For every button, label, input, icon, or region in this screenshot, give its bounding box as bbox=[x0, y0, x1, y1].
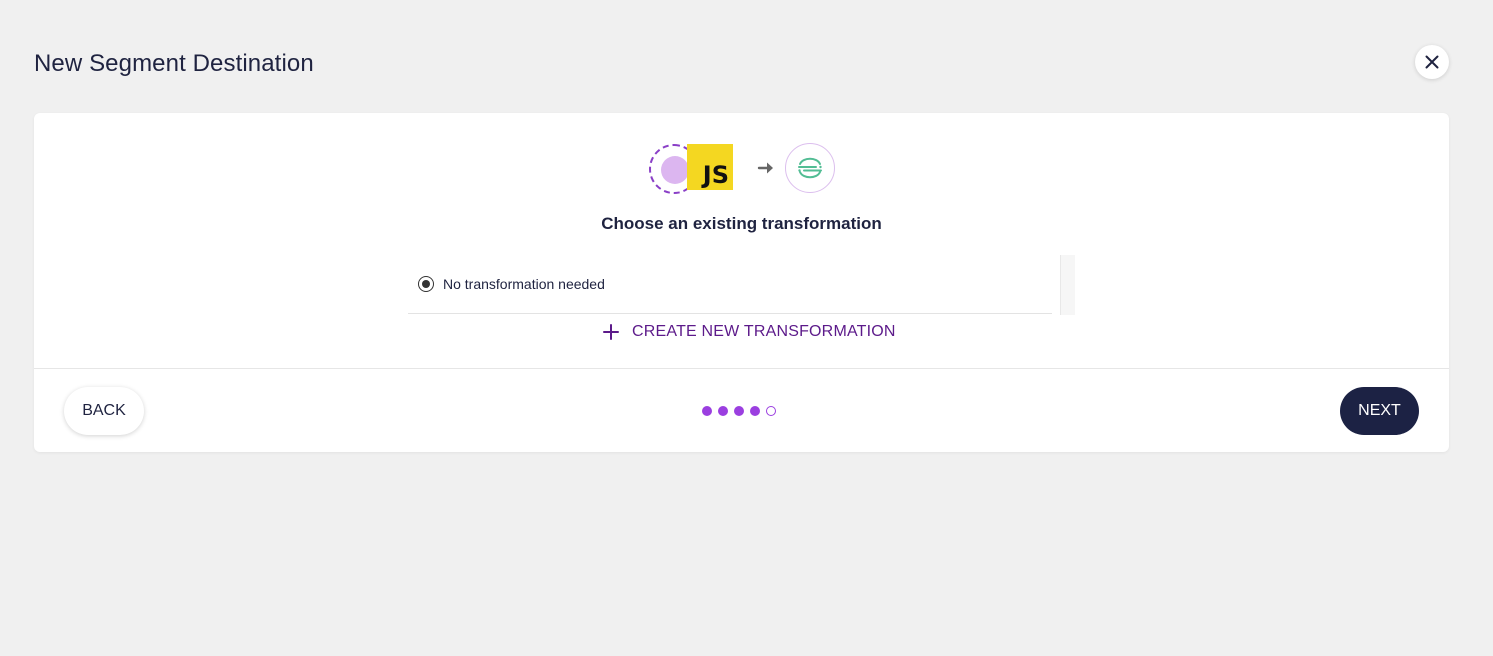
close-button[interactable] bbox=[1415, 45, 1449, 79]
list-scrollbar[interactable] bbox=[1060, 255, 1075, 315]
back-button[interactable]: BACK bbox=[64, 387, 144, 435]
create-transformation-link[interactable]: CREATE NEW TRANSFORMATION bbox=[602, 323, 896, 341]
javascript-logo: JS bbox=[687, 144, 733, 190]
option-no-transformation[interactable]: No transformation needed bbox=[408, 255, 1052, 314]
plus-icon bbox=[603, 324, 619, 340]
transformation-flow: JS bbox=[649, 143, 839, 195]
close-icon bbox=[1425, 55, 1439, 69]
option-label: No transformation needed bbox=[443, 276, 605, 292]
arrow-right-icon bbox=[757, 162, 773, 174]
step-dot-completed bbox=[702, 406, 712, 416]
step-indicator bbox=[702, 406, 776, 416]
step-dot-completed bbox=[734, 406, 744, 416]
section-heading: Choose an existing transformation bbox=[601, 214, 882, 233]
step-dot-completed bbox=[718, 406, 728, 416]
radio-selected[interactable] bbox=[418, 276, 434, 292]
page-title: New Segment Destination bbox=[34, 50, 314, 77]
step-dot-completed bbox=[750, 406, 760, 416]
wizard-card: JS Choose an existing transformation No … bbox=[34, 113, 1449, 452]
create-transformation-label: CREATE NEW TRANSFORMATION bbox=[632, 323, 896, 340]
step-dot-current bbox=[766, 406, 776, 416]
next-button[interactable]: NEXT bbox=[1340, 387, 1419, 435]
footer-divider bbox=[34, 368, 1449, 369]
segment-logo bbox=[785, 143, 835, 193]
transformation-list: No transformation needed bbox=[408, 255, 1075, 315]
